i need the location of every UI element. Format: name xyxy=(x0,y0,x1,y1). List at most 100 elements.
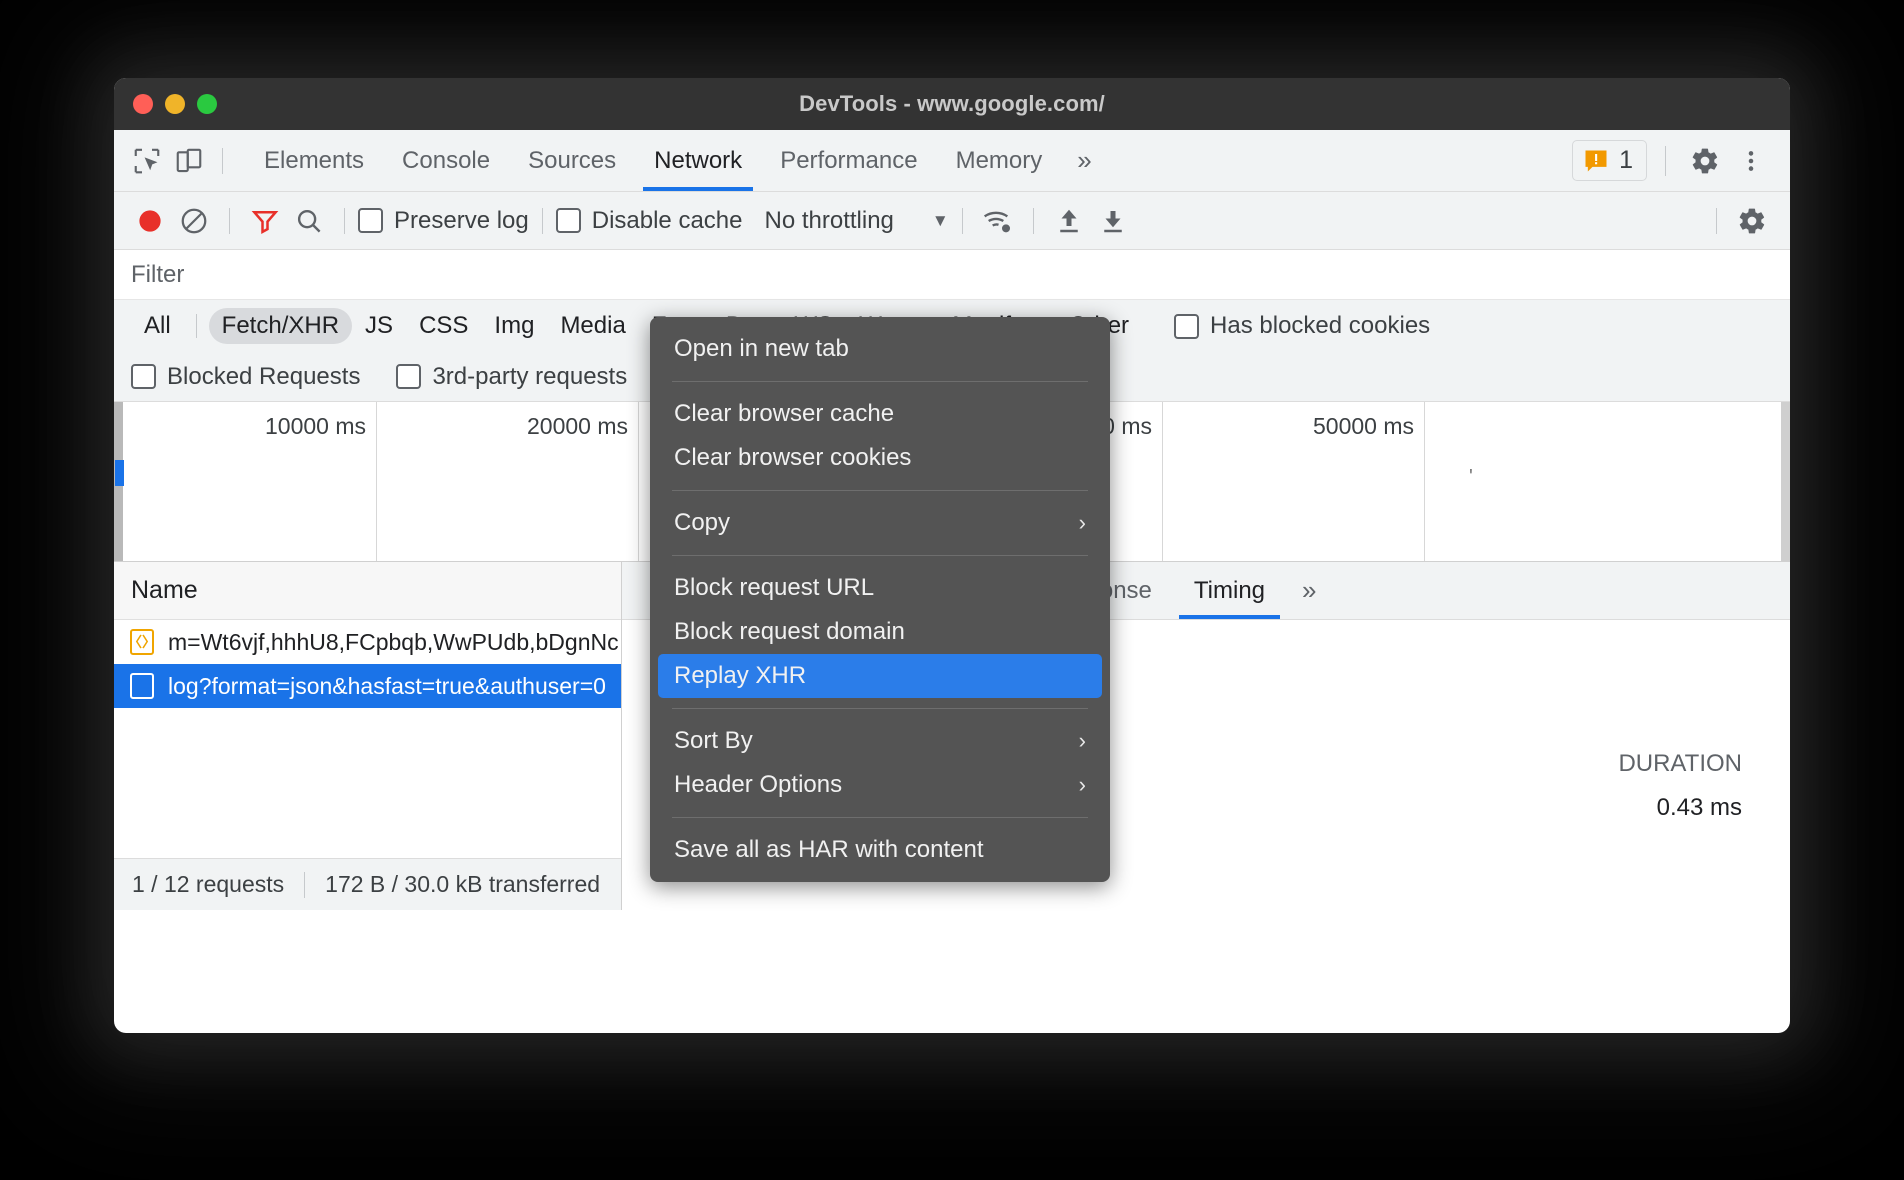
clear-button[interactable] xyxy=(172,199,216,243)
network-toolbar: Preserve log Disable cache No throttling… xyxy=(114,192,1790,250)
chevron-down-icon: ▼ xyxy=(932,211,949,231)
network-settings-gear-icon[interactable] xyxy=(1730,199,1774,243)
chip-js[interactable]: JS xyxy=(352,308,406,344)
toolbar-divider-6 xyxy=(1716,208,1717,234)
chevron-right-icon: › xyxy=(1079,510,1086,536)
more-detail-tabs-icon[interactable]: » xyxy=(1286,575,1332,606)
request-list-header[interactable]: Name xyxy=(114,562,621,620)
duration-column-header: DURATION xyxy=(1618,750,1742,778)
menu-item-clear-browser-cookies[interactable]: Clear browser cookies xyxy=(650,436,1110,480)
overview-tick-2: 20000 ms xyxy=(527,413,638,440)
overview-tick-1: 10000 ms xyxy=(265,413,376,440)
tab-performance[interactable]: Performance xyxy=(761,130,936,191)
tab-timing[interactable]: Timing xyxy=(1173,562,1286,619)
table-row[interactable]: 〈〉 m=Wt6vjf,hhhU8,FCpbqb,WwPUdb,bDgnNc xyxy=(114,620,621,664)
blocked-requests-label: Blocked Requests xyxy=(167,363,360,391)
record-button[interactable] xyxy=(128,199,172,243)
preserve-log-label: Preserve log xyxy=(394,207,529,235)
tab-console[interactable]: Console xyxy=(383,130,509,191)
search-button[interactable] xyxy=(287,199,331,243)
menu-item-save-all-as-har[interactable]: Save all as HAR with content xyxy=(650,828,1110,872)
third-party-requests-checkbox[interactable]: 3rd-party requests xyxy=(396,363,627,391)
throttling-dropdown[interactable]: No throttling ▼ xyxy=(764,207,948,235)
traffic-lights xyxy=(133,94,217,114)
disable-cache-label: Disable cache xyxy=(592,207,743,235)
has-blocked-cookies-box xyxy=(1174,314,1199,339)
menu-separator xyxy=(672,708,1088,709)
menu-separator xyxy=(672,817,1088,818)
third-party-requests-box xyxy=(396,364,421,389)
filter-bar[interactable]: Filter xyxy=(114,250,1790,300)
menu-item-block-request-url[interactable]: Block request URL xyxy=(650,566,1110,610)
chevron-right-icon: › xyxy=(1079,772,1086,798)
column-header-name: Name xyxy=(131,576,198,605)
table-row[interactable]: log?format=json&hasfast=true&authuser=0 xyxy=(114,664,621,708)
tab-network[interactable]: Network xyxy=(635,130,761,191)
request-list-pane: Name 〈〉 m=Wt6vjf,hhhU8,FCpbqb,WwPUdb,bDg… xyxy=(114,562,622,910)
overview-selection-marker xyxy=(115,460,124,486)
overview-right-handle[interactable] xyxy=(1781,402,1790,561)
js-file-icon: 〈〉 xyxy=(130,629,154,655)
minimize-window-button[interactable] xyxy=(165,94,185,114)
menu-item-block-request-domain[interactable]: Block request domain xyxy=(650,610,1110,654)
chip-divider xyxy=(196,314,197,338)
transferred-size: 172 B / 30.0 kB transferred xyxy=(325,871,600,898)
context-menu: Open in new tab Clear browser cache Clea… xyxy=(650,317,1110,882)
menu-item-header-options[interactable]: Header Options › xyxy=(650,763,1110,807)
device-toolbar-icon[interactable] xyxy=(168,140,210,182)
upload-har-icon[interactable] xyxy=(1047,199,1091,243)
devtools-tabbar: Elements Console Sources Network Perform… xyxy=(114,130,1790,192)
three-dots-icon[interactable] xyxy=(1730,140,1772,182)
filter-input[interactable]: Filter xyxy=(131,261,184,289)
disable-cache-checkbox[interactable]: Disable cache xyxy=(556,207,743,235)
gear-icon[interactable] xyxy=(1684,140,1726,182)
chip-all[interactable]: All xyxy=(131,308,184,344)
panel-tabs: Elements Console Sources Network Perform… xyxy=(245,130,1108,191)
menu-item-copy[interactable]: Copy › xyxy=(650,501,1110,545)
request-count: 1 / 12 requests xyxy=(132,871,284,898)
has-blocked-cookies-checkbox[interactable]: Has blocked cookies xyxy=(1174,312,1430,340)
menu-item-copy-label: Copy xyxy=(674,509,730,537)
close-window-button[interactable] xyxy=(133,94,153,114)
tab-sources[interactable]: Sources xyxy=(509,130,635,191)
chip-img[interactable]: Img xyxy=(481,308,547,344)
warning-count: 1 xyxy=(1619,146,1633,175)
maximize-window-button[interactable] xyxy=(197,94,217,114)
warning-icon xyxy=(1582,147,1610,175)
blocked-requests-box xyxy=(131,364,156,389)
menu-item-sort-by-label: Sort By xyxy=(674,727,753,755)
tab-elements[interactable]: Elements xyxy=(245,130,383,191)
menu-item-sort-by[interactable]: Sort By › xyxy=(650,719,1110,763)
tabbar-divider xyxy=(222,148,223,174)
timing-row-value: 0.43 ms xyxy=(1657,794,1742,822)
inspect-element-icon[interactable] xyxy=(126,140,168,182)
tab-memory[interactable]: Memory xyxy=(937,130,1062,191)
warning-badge[interactable]: 1 xyxy=(1572,140,1647,181)
toolbar-divider-2 xyxy=(344,208,345,234)
window-titlebar: DevTools - www.google.com/ xyxy=(114,78,1790,130)
status-divider xyxy=(304,872,305,898)
toolbar-divider-1 xyxy=(229,208,230,234)
more-tabs-icon[interactable]: » xyxy=(1061,145,1107,176)
toolbar-divider-3 xyxy=(542,208,543,234)
network-status-bar: 1 / 12 requests 172 B / 30.0 kB transfer… xyxy=(114,858,621,910)
menu-item-open-in-new-tab[interactable]: Open in new tab xyxy=(650,327,1110,371)
filter-button[interactable] xyxy=(243,199,287,243)
menu-item-clear-browser-cache[interactable]: Clear browser cache xyxy=(650,392,1110,436)
blocked-requests-checkbox[interactable]: Blocked Requests xyxy=(131,363,360,391)
disable-cache-box xyxy=(556,208,581,233)
wifi-settings-icon[interactable] xyxy=(976,199,1020,243)
menu-item-header-options-label: Header Options xyxy=(674,771,842,799)
download-har-icon[interactable] xyxy=(1091,199,1135,243)
overview-request-tick: ' xyxy=(1469,466,1473,489)
preserve-log-checkbox[interactable]: Preserve log xyxy=(358,207,529,235)
menu-item-replay-xhr[interactable]: Replay XHR xyxy=(658,654,1102,698)
chip-media[interactable]: Media xyxy=(547,308,638,344)
overview-tick-5: 50000 ms xyxy=(1313,413,1424,440)
chip-fetch-xhr[interactable]: Fetch/XHR xyxy=(209,308,352,344)
request-list-empty-space xyxy=(114,708,621,858)
request-name: log?format=json&hasfast=true&authuser=0 xyxy=(168,673,606,700)
chip-css[interactable]: CSS xyxy=(406,308,481,344)
menu-separator xyxy=(672,490,1088,491)
preserve-log-box xyxy=(358,208,383,233)
